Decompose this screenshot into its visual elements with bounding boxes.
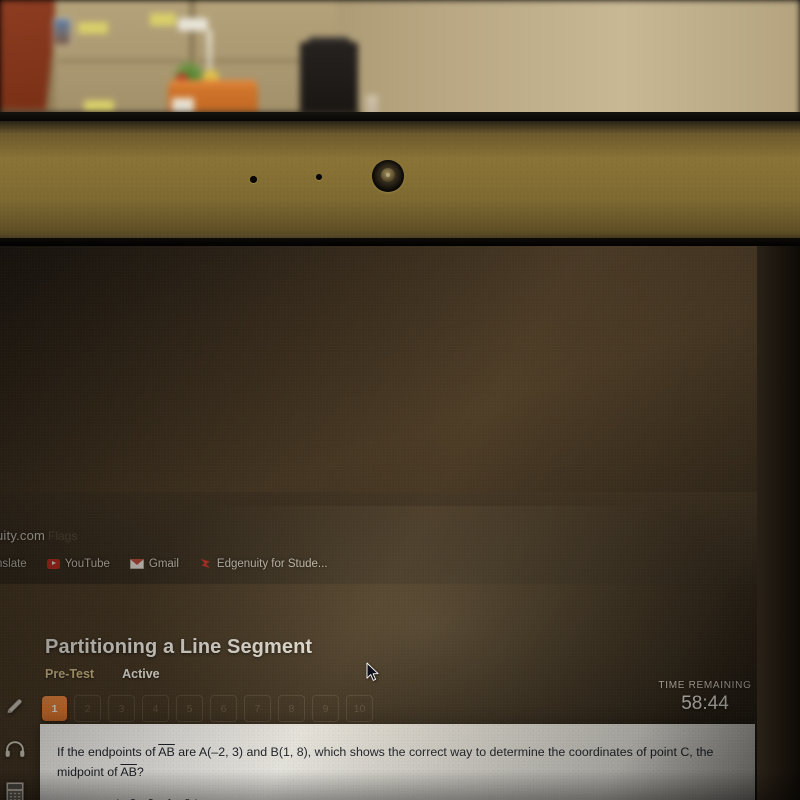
answer-choices: M = ( –2 + 3 2 , 1 + 8 2 — [57, 790, 477, 800]
cabinet-label — [78, 22, 108, 34]
laptop-screen: uity.com Flags nslate YouTube Gmail Edge… — [0, 246, 800, 800]
audio-tool[interactable] — [3, 737, 27, 761]
page-title: Partitioning a Line Segment — [45, 636, 313, 658]
question-button-9[interactable]: 9 — [312, 695, 339, 722]
question-text: If the endpoints of AB are A(–2, 3) and … — [57, 742, 737, 782]
question-button-8[interactable]: 8 — [278, 695, 305, 722]
question-card: If the endpoints of AB are A(–2, 3) and … — [40, 724, 755, 800]
url-ghost-text: Flags — [48, 529, 78, 543]
cabinet-label — [84, 100, 114, 111]
assessment-status-label: Active — [122, 667, 160, 681]
bezel-top-edge — [0, 112, 800, 121]
timer-value: 58:44 — [681, 693, 729, 714]
headphones-icon — [5, 741, 25, 757]
calculator-icon — [6, 782, 24, 800]
cabinet-seam — [58, 60, 186, 62]
question-button-1[interactable]: 1 — [42, 696, 67, 721]
gmail-icon — [129, 559, 144, 569]
edgenuity-icon — [199, 558, 212, 570]
question-button-6[interactable]: 6 — [210, 695, 237, 722]
bookmarks-bar: nslate YouTube Gmail Edgenuity for Stude… — [0, 553, 338, 575]
bookmark-label: YouTube — [64, 558, 110, 570]
bookmark-edgenuity[interactable]: Edgenuity for Stude... — [189, 558, 338, 570]
timer: TIME REMAINING 58:44 — [645, 680, 765, 715]
question-button-5[interactable]: 5 — [176, 695, 203, 722]
address-bar[interactable]: uity.com Flags — [0, 528, 226, 550]
bookmark-label: nslate — [0, 558, 27, 570]
url-text: uity.com — [0, 528, 46, 543]
highlighter-tool[interactable] — [3, 694, 27, 718]
question-button-10[interactable]: 10 — [346, 695, 373, 722]
question-navigator: 1 2 3 4 5 6 7 8 9 10 — [42, 695, 373, 722]
microphone-hole-icon — [250, 176, 257, 183]
question-button-3[interactable]: 3 — [108, 695, 135, 722]
bookmark-label: Gmail — [148, 558, 179, 570]
office-background — [0, 0, 800, 130]
mouse-cursor-icon — [366, 662, 379, 681]
youtube-icon — [46, 559, 60, 569]
cabinet-label-white — [178, 18, 208, 31]
webcam-icon — [372, 160, 404, 192]
pencil-icon — [6, 699, 22, 714]
screen-right-edge — [757, 246, 800, 800]
calculator-tool[interactable] — [3, 780, 27, 800]
microphone-hole-icon — [316, 174, 322, 180]
bookmark-label: Edgenuity for Stude... — [216, 558, 328, 570]
segment-ab: AB — [120, 765, 137, 780]
cabinet-label — [150, 13, 176, 26]
tool-rail — [0, 694, 30, 800]
screenshot-root: uity.com Flags nslate YouTube Gmail Edge… — [0, 0, 800, 800]
bookmark-gmail[interactable]: Gmail — [120, 558, 189, 570]
question-line1-prefix: If the endpoints of — [57, 745, 159, 759]
question-line1-suffix: are A(–2, 3) and B(1, 8), which shows th… — [174, 745, 693, 759]
cabinet-photo — [53, 18, 71, 46]
bookmark-youtube[interactable]: YouTube — [37, 558, 120, 570]
bookmark-translate[interactable]: nslate — [0, 558, 37, 570]
question-button-4[interactable]: 4 — [142, 695, 169, 722]
question-line2-suffix: ? — [136, 765, 144, 780]
question-button-2[interactable]: 2 — [74, 695, 101, 722]
answer-choice-a[interactable]: M = ( –2 + 3 2 , 1 + 8 2 — [57, 790, 477, 800]
segment-ab: AB — [158, 745, 175, 759]
timer-label: TIME REMAINING — [658, 680, 752, 691]
assessment-subheader: Pre-Test Active — [45, 667, 160, 681]
question-button-7[interactable]: 7 — [244, 695, 271, 722]
assessment-type-label: Pre-Test — [45, 667, 95, 681]
